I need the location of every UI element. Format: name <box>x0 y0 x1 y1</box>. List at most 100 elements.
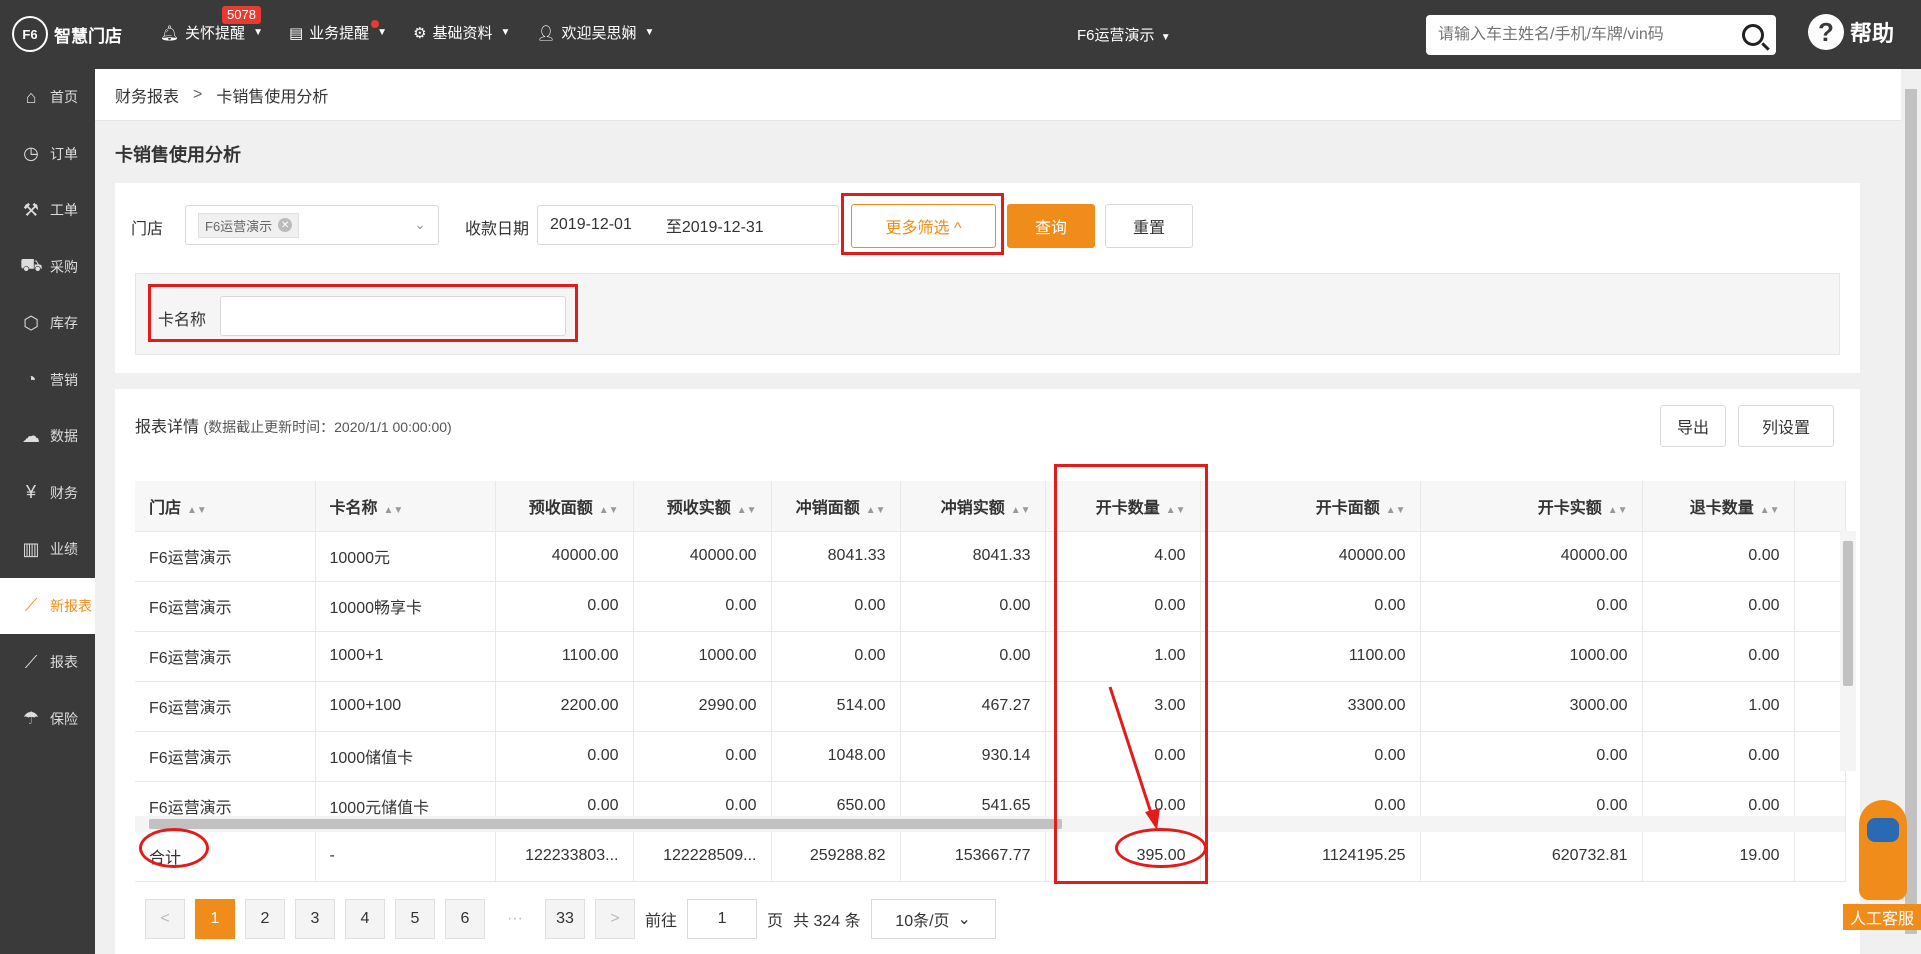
page-ellipsis[interactable]: ··· <box>495 899 535 939</box>
column-header[interactable]: 开卡面额 ▲▼ <box>1200 481 1421 532</box>
sort-icon[interactable]: ▲▼ <box>1760 505 1780 516</box>
sort-icon[interactable]: ▲▼ <box>599 505 619 516</box>
sort-icon[interactable]: ▲▼ <box>737 505 757 516</box>
search-input[interactable] <box>1438 26 1742 44</box>
page-number-button[interactable]: 3 <box>295 899 335 939</box>
table-cell-extra <box>1794 631 1846 682</box>
sort-icon[interactable]: ▲▼ <box>384 505 404 516</box>
vertical-scrollbar[interactable] <box>1840 531 1856 771</box>
bar-chart-icon: ▥ <box>22 538 40 559</box>
sidebar-item-10[interactable]: ⟋ 报表 <box>0 634 95 691</box>
sort-icon[interactable]: ▲▼ <box>1608 505 1628 516</box>
column-settings-button[interactable]: 列设置 <box>1738 405 1834 447</box>
table-cell: 0.00 <box>1420 731 1643 782</box>
sidebar-item-3[interactable]: ⛟ 采购 <box>0 239 95 296</box>
table-cell: 0.00 <box>1200 581 1421 632</box>
sidebar-item-4[interactable]: ⬡ 库存 <box>0 295 95 352</box>
care-reminder-menu[interactable]: 🔔︎ 关怀提醒 ▼ 5078 <box>160 6 263 43</box>
export-button[interactable]: 导出 <box>1660 405 1726 447</box>
clock-icon: ◷ <box>23 143 39 164</box>
chevron-down-icon: ▼ <box>1160 32 1171 43</box>
page-number-button[interactable]: 33 <box>545 899 585 939</box>
business-reminder-menu[interactable]: ▤ 业务提醒 ▼ <box>289 20 387 43</box>
horizontal-scrollbar[interactable] <box>135 816 1845 832</box>
goto-page-input[interactable]: 1 <box>687 899 758 939</box>
query-button[interactable]: 查询 <box>1007 204 1095 248</box>
sort-icon[interactable]: ▲▼ <box>1386 505 1406 516</box>
table-cell: 0.00 <box>1642 631 1795 682</box>
sort-icon[interactable]: ▲▼ <box>1011 505 1031 516</box>
sidebar-item-6[interactable]: ☁ 数据 <box>0 408 95 465</box>
table-cell: 0.00 <box>495 581 634 632</box>
column-header[interactable]: 预收面额 ▲▼ <box>495 481 634 532</box>
report-panel: 报表详情 (数据截止更新时间：2020/1/1 00:00:00) 导出 列设置… <box>115 389 1860 954</box>
sidebar-item-2[interactable]: ⚒ 工单 <box>0 182 95 239</box>
sort-icon[interactable]: ▲▼ <box>187 505 207 516</box>
table-row[interactable]: F6运营演示 10000元 40000.00 40000.00 8041.33 8041.… <box>135 531 1846 582</box>
store-tag: F6运营演示 ✕ <box>198 212 300 238</box>
tag-close-icon[interactable]: ✕ <box>278 218 293 232</box>
sidebar-item-8[interactable]: ▥ 业绩 <box>0 521 95 578</box>
prev-page-button[interactable]: < <box>145 899 185 939</box>
table-row[interactable]: F6运营演示 10000畅享卡 0.00 0.00 0.00 0.00 0.00 0.00 0.… <box>135 581 1846 632</box>
customer-service-widget[interactable]: 人工客服 <box>1843 800 1921 930</box>
app-logo[interactable]: F6 智慧门店 <box>12 16 122 52</box>
breadcrumb-current: 卡销售使用分析 <box>216 88 329 106</box>
robot-avatar-icon <box>1859 800 1907 900</box>
highlight-total-label-ellipse <box>139 828 209 868</box>
column-header[interactable]: 预收实额 ▲▼ <box>633 481 772 532</box>
page-number-button[interactable]: 6 <box>445 899 485 939</box>
page-number-button[interactable]: 2 <box>245 899 285 939</box>
line-chart-icon: ⟋ <box>24 595 38 616</box>
umbrella-icon: ☂ <box>22 708 40 729</box>
total-cell: 1124195.25 <box>1200 831 1421 882</box>
sidebar-item-1[interactable]: ◷ 订单 <box>0 126 95 183</box>
total-cell: 620732.81 <box>1420 831 1643 882</box>
column-header[interactable]: 开卡实额 ▲▼ <box>1420 481 1643 532</box>
report-title: 报表详情 <box>135 419 200 436</box>
sort-icon[interactable]: ▲▼ <box>866 505 886 516</box>
breadcrumb-parent[interactable]: 财务报表 <box>115 83 179 107</box>
user-menu[interactable]: 👤︎ 欢迎吴思娴 ▼ <box>536 22 654 43</box>
table-cell: 1100.00 <box>495 631 634 682</box>
sidebar-item-9[interactable]: ⟋ 新报表 <box>0 577 95 634</box>
column-header[interactable]: 卡名称 ▲▼ <box>315 481 496 532</box>
pie-icon: ◔ <box>25 369 37 390</box>
table-cell: 467.27 <box>900 681 1046 732</box>
reset-button[interactable]: 重置 <box>1105 204 1193 248</box>
table-cell: 0.00 <box>900 581 1046 632</box>
help-button[interactable]: ? 帮助 <box>1808 14 1894 50</box>
gear-icon: ⚙ <box>413 24 427 42</box>
page-number-button[interactable]: 4 <box>345 899 385 939</box>
basic-data-menu[interactable]: ⚙ 基础资料 ▼ <box>413 22 510 43</box>
column-header[interactable]: 冲销面额 ▲▼ <box>771 481 901 532</box>
table-row[interactable]: F6运营演示 1000储值卡 0.00 0.00 1048.00 930.14 0.00 0.… <box>135 731 1846 782</box>
table-cell: 0.00 <box>1642 731 1795 782</box>
sidebar-item-7[interactable]: ¥ 财务 <box>0 465 95 522</box>
sidebar-item-label: 新报表 <box>50 597 92 614</box>
top-nav: 🔔︎ 关怀提醒 ▼ 5078 ▤ 业务提醒 ▼ ⚙ 基础资料 ▼ 👤︎ 欢迎吴思… <box>160 6 654 43</box>
page-title: 卡销售使用分析 <box>115 145 241 165</box>
sidebar-item-5[interactable]: ◔ 营销 <box>0 352 95 409</box>
column-header[interactable]: 冲销实额 ▲▼ <box>900 481 1046 532</box>
next-page-button[interactable]: > <box>595 899 635 939</box>
scroll-thumb[interactable] <box>1843 541 1853 686</box>
table-row[interactable]: F6运营演示 1000+100 2200.00 2990.00 514.00 467.27… <box>135 681 1846 732</box>
table-row[interactable]: F6运营演示 1000+1 1100.00 1000.00 0.00 0.00 1.00 11… <box>135 631 1846 682</box>
store-select[interactable]: F6运营演示 ✕ ⌄ <box>185 205 439 245</box>
sidebar-item-0[interactable]: ⌂ 首页 <box>0 69 95 126</box>
column-header[interactable]: 门店 ▲▼ <box>135 481 316 532</box>
page-number-button[interactable]: 1 <box>195 899 235 939</box>
scroll-thumb[interactable] <box>149 819 1062 829</box>
question-icon: ? <box>1808 14 1844 50</box>
store-switcher[interactable]: F6运营演示 ▼ <box>1077 24 1171 45</box>
sidebar-item-label: 采购 <box>50 258 78 275</box>
page-size-select[interactable]: 10条/页 ⌄ <box>870 899 996 939</box>
date-range-picker[interactable]: 2019-12-01 至2019-12-31 <box>537 205 839 245</box>
search-icon[interactable] <box>1742 24 1764 46</box>
table-cell: 2200.00 <box>495 681 634 732</box>
total-cell: 122228509... <box>633 831 772 882</box>
page-number-button[interactable]: 5 <box>395 899 435 939</box>
sidebar-item-11[interactable]: ☂ 保险 <box>0 691 95 748</box>
column-header[interactable]: 退卡数量 ▲▼ <box>1642 481 1795 532</box>
